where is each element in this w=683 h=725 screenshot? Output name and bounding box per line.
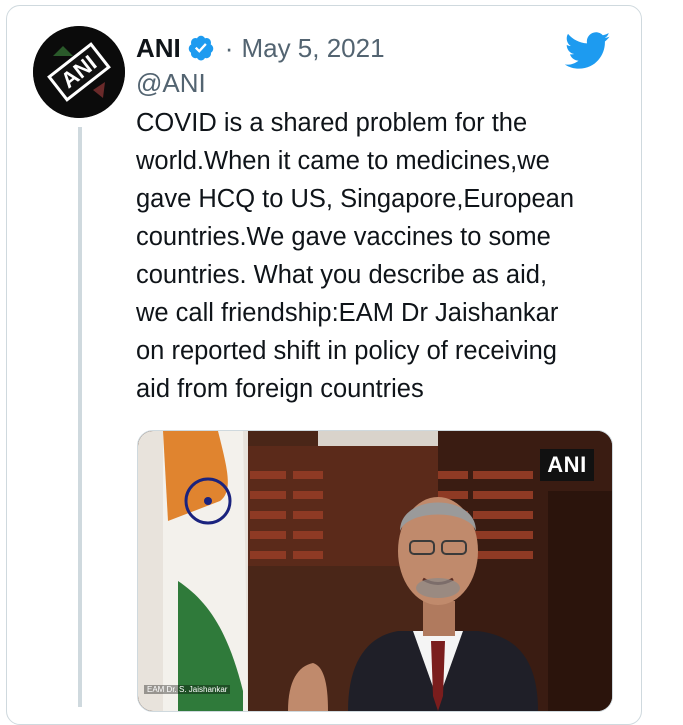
media-caption: EAM Dr. S. Jaishankar: [144, 685, 231, 694]
author-avatar[interactable]: ANI: [33, 26, 125, 118]
author-name[interactable]: ANI: [136, 33, 181, 64]
tweet-text: COVID is a shared problem for the world.…: [136, 109, 575, 403]
author-handle[interactable]: @ANI: [136, 68, 206, 99]
header-separator: ·: [224, 32, 234, 63]
tweet-date[interactable]: May 5, 2021: [241, 33, 384, 64]
avatar-logo: ANI: [33, 26, 125, 118]
twitter-bird-icon[interactable]: [565, 32, 611, 70]
tweet-header: ANI · May 5, 2021: [136, 30, 385, 66]
avatar-logo-text: ANI: [47, 42, 111, 102]
verified-badge-icon: [188, 35, 214, 61]
thread-line: [78, 127, 82, 707]
tweet-media-image[interactable]: ANI EAM Dr. S. Jaishankar: [137, 430, 613, 712]
media-ani-logo: ANI: [540, 449, 594, 481]
